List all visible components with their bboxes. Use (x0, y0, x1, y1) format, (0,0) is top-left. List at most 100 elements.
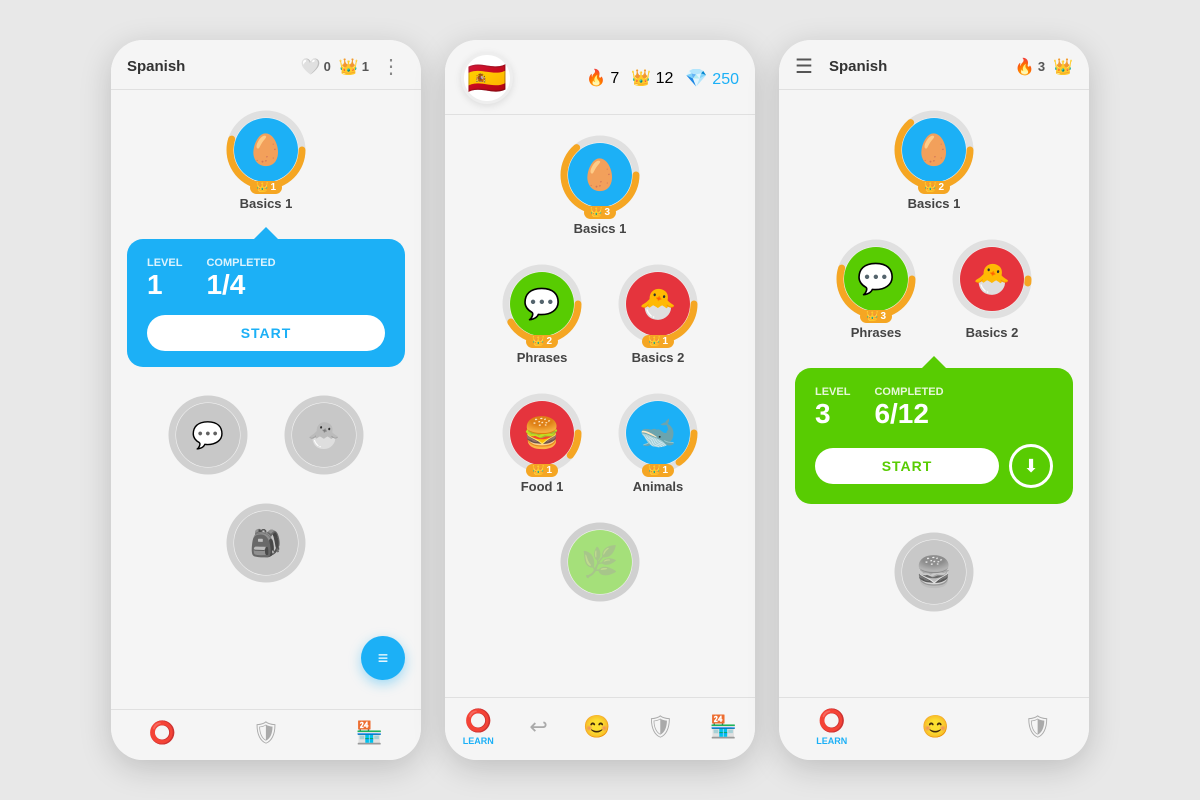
p3-basics1-label: Basics 1 (908, 196, 961, 211)
p2-basics1-label: Basics 1 (574, 221, 627, 236)
p3-locked-row: 🍔 (795, 532, 1073, 612)
p3-basics2-label: Basics 2 (966, 325, 1019, 340)
p2-animals-node[interactable]: 🐋 👑1 Animals (618, 393, 698, 494)
p3-level-value: 3 (815, 398, 850, 430)
more-menu-button[interactable]: ⋮ (377, 54, 405, 79)
popup-level: Level 1 (147, 257, 182, 301)
p2-basics2-emoji: 🐣 (639, 287, 676, 322)
p3-locked-emoji-1: 🍔 (915, 555, 952, 590)
locked-ring-3: 🎒 (226, 503, 306, 583)
flag-emoji: 🇪🇸 (467, 59, 507, 97)
completed-label: Completed (206, 257, 275, 269)
locked-inner-1: 💬 (176, 403, 240, 467)
p2-animals-label: Animals (633, 479, 684, 494)
p2-food1-node[interactable]: 🍔 👑1 Food 1 (502, 393, 582, 494)
p2-basics2-node[interactable]: 🐣 👑1 Basics 2 (618, 264, 698, 365)
p3-completed-value: 6/12 (874, 398, 943, 430)
hearts-stat: 🤍 0 (301, 57, 331, 77)
top-bar-3: ☰ Spanish 🔥 3 👑 (779, 40, 1089, 90)
bottom-nav-1: ⭕ 🛡 🏪 (111, 709, 421, 760)
learn-icon-3: ⭕ (818, 708, 845, 734)
p2-basics1-node[interactable]: 🥚 👑3 Basics 1 (560, 135, 640, 236)
locked-inner-3: 🎒 (234, 511, 298, 575)
p3-basics1-inner: 🥚 (902, 118, 966, 182)
nav-learn-3[interactable]: ⭕ Learn (808, 708, 855, 746)
p2-animals-crown: 👑1 (642, 464, 674, 477)
nav-practice-2[interactable]: ↩ (521, 714, 555, 740)
nav-learn-1[interactable]: ⭕ (141, 720, 184, 746)
locked-inner-2: 🐣 (292, 403, 356, 467)
nav-shop-2[interactable]: 🏪 (702, 714, 745, 740)
basics1-emoji: 🥚 (247, 133, 284, 168)
gem-icon-2: 💎 (685, 68, 707, 88)
p3-row-2: 💬 👑3 Phrases 🐣 (795, 239, 1073, 340)
p3-basics1-emoji: 🥚 (915, 133, 952, 168)
locked-emoji-3: 🎒 (250, 528, 282, 559)
p2-basics2-label: Basics 2 (632, 350, 685, 365)
p2-phrases-crown: 👑2 (526, 335, 558, 348)
fire-icon-2: 🔥 (586, 70, 606, 87)
p2-basics2-ring: 🐣 👑1 (618, 264, 698, 344)
p2-food1-emoji: 🍔 (523, 416, 560, 451)
learn-icon-2: ⭕ (465, 708, 492, 734)
shield-icon-2: 🛡 (646, 714, 674, 740)
p3-phrases-ring: 💬 👑3 (836, 239, 916, 319)
p3-level-label: Level (815, 386, 850, 398)
locked-node-2: 🐣 (284, 395, 364, 475)
nav-shield-3[interactable]: 🛡 (1016, 714, 1060, 740)
p2-phrases-label: Phrases (517, 350, 568, 365)
fab-button[interactable]: ≡ (361, 636, 405, 680)
locked-emoji-1: 💬 (192, 420, 224, 451)
p2-locked-inner: 🌿 (568, 530, 632, 594)
locked-ring-2: 🐣 (284, 395, 364, 475)
p2-basics1-inner: 🥚 (568, 143, 632, 207)
p2-phrases-ring: 💬 👑2 (502, 264, 582, 344)
p3-popup-row: START ⬇ (815, 444, 1053, 488)
flag-avatar: 🇪🇸 (461, 52, 513, 104)
fire-icon-3: 🔥 (1015, 57, 1035, 77)
nav-shield-2[interactable]: 🛡 (638, 714, 682, 740)
nav-shield-1[interactable]: 🛡 (244, 720, 288, 746)
p2-phrases-node[interactable]: 💬 👑2 Phrases (502, 264, 582, 365)
crowns-stat: 👑 1 (339, 57, 369, 77)
download-button-3[interactable]: ⬇ (1009, 444, 1053, 488)
p3-phrases-emoji: 💬 (857, 262, 894, 297)
p3-basics1-crown: 👑2 (918, 181, 950, 194)
start-button-1[interactable]: START (147, 315, 385, 351)
learn-icon-1: ⭕ (149, 720, 176, 746)
hamburger-menu[interactable]: ☰ (795, 54, 813, 79)
p2-food1-ring: 🍔 👑1 (502, 393, 582, 473)
p3-popup-stats: Level 3 Completed 6/12 (815, 386, 1053, 430)
nav-profile-2[interactable]: 😊 (575, 714, 618, 740)
locked-node-1: 💬 (168, 395, 248, 475)
bottom-nav-3: ⭕ Learn 😊 🛡 (779, 697, 1089, 760)
phone1-title: Spanish (127, 58, 293, 75)
p3-basics1-node[interactable]: 🥚 👑2 Basics 1 (894, 110, 974, 211)
p2-row-3: 🍔 👑1 Food 1 🐋 (461, 393, 739, 494)
p3-basics2-inner: 🐣 (960, 247, 1024, 311)
p2-basics1-crown: 👑3 (584, 206, 616, 219)
completed-value: 1/4 (206, 269, 275, 301)
p2-basics2-inner: 🐣 (626, 272, 690, 336)
p3-locked-inner-1: 🍔 (902, 540, 966, 604)
basics1-node[interactable]: 🥚 👑1 Basics 1 (226, 110, 306, 211)
learn-label-2: LEARN (463, 736, 494, 746)
nav-shop-1[interactable]: 🏪 (348, 720, 391, 746)
start-button-3[interactable]: START (815, 448, 999, 484)
heart-icon: 🤍 (301, 57, 321, 77)
p2-basics1-ring: 🥚 👑3 (560, 135, 640, 215)
p3-basics2-node[interactable]: 🐣 Basics 2 (952, 239, 1032, 340)
scroll-content-2: 🥚 👑3 Basics 1 💬 (445, 115, 755, 697)
nav-profile-3[interactable]: 😊 (914, 714, 957, 740)
basics1-ring: 🥚 👑1 (226, 110, 306, 190)
p3-basics1-ring: 🥚 👑2 (894, 110, 974, 190)
phone3-title: Spanish (829, 58, 1007, 75)
p2-animals-emoji: 🐋 (639, 416, 676, 451)
nav-learn-2[interactable]: ⭕ LEARN (455, 708, 502, 746)
p2-food1-crown: 👑1 (526, 464, 558, 477)
p2-locked-emoji: 🌿 (581, 545, 618, 580)
p3-basics2-emoji: 🐣 (973, 262, 1010, 297)
p3-phrases-node[interactable]: 💬 👑3 Phrases (836, 239, 916, 340)
p2-basics1-emoji: 🥚 (581, 158, 618, 193)
crown-stat-3: 👑 (1053, 57, 1073, 77)
